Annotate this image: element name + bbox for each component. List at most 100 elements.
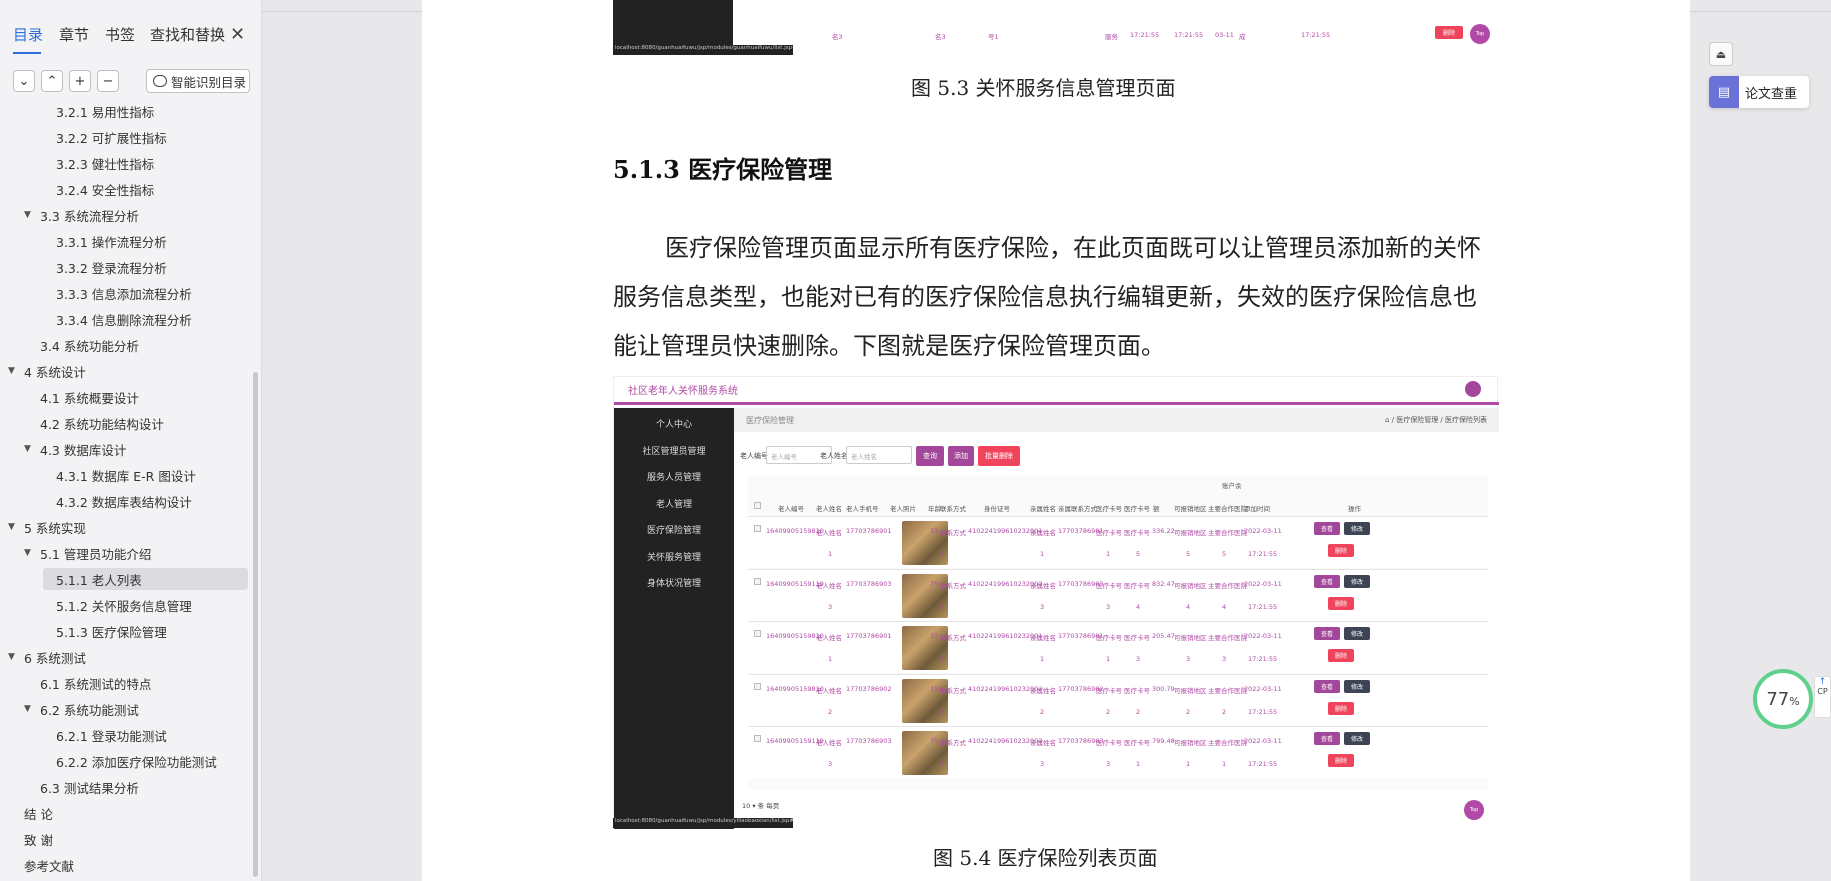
cell-name: 老人姓名 [816,686,842,695]
cell-sub: 3 [1106,760,1111,768]
row-delete-button: 删除 [1328,701,1354,715]
active-tab-indicator [13,52,41,54]
toc-item[interactable]: 3.3.3 信息添加流程分析 [56,282,192,304]
smart-toc-button[interactable]: 智能识别目录 [146,69,250,93]
plagiarism-check-button[interactable]: ▤ 论文查重 [1709,76,1809,108]
table-header: 亲属联系方式 [1058,505,1097,513]
app-header: 社区老年人关怀服务系统 [614,377,1499,405]
toc-item[interactable]: ▼ 3.3 系统流程分析 [24,204,139,226]
toc-item[interactable]: ▼ 5.1 管理员功能介绍 [24,542,151,564]
tab-chapters[interactable]: 章节 [59,24,89,45]
toc-item[interactable]: 6.2.2 添加医疗保险功能测试 [56,750,217,772]
insurance-table: 账户余 老人编号 老人姓名 老人手机号 老人照片 年龄 联系方式 身份证号 亲属姓名 亲属联系方… [748,476,1488,790]
caret-down-icon[interactable]: ▼ [24,704,40,714]
collapse-toolbar-button[interactable]: ⏏ [1709,42,1733,66]
sidebar-tabs: 目录 章节 书签 查找和替换 [0,24,262,50]
toc-item[interactable]: 3.2.3 健壮性指标 [56,152,154,174]
toc-item[interactable]: 3.3.2 登录流程分析 [56,256,167,278]
row-checkbox [754,630,761,637]
cell-sub: 5 [1186,550,1191,558]
cell-sub: 3 [1040,602,1045,611]
row-view-button: 查看 [1314,732,1340,745]
back-to-top-badge: Top [1464,800,1484,820]
figure-5-3-cell: 名3 [935,33,946,41]
tab-bookmarks[interactable]: 书签 [105,24,135,45]
cell-sub: 2 [1106,707,1111,716]
toc-item[interactable]: 4.3.2 数据库表结构设计 [56,490,192,512]
toc-item[interactable]: 3.2.4 安全性指标 [56,178,154,200]
toc-item[interactable]: 6.1 系统测试的特点 [40,672,151,694]
cell-sub: 1 [1040,655,1045,663]
zoom-unit: % [1789,695,1800,708]
toc-item[interactable]: 结 论 [24,802,53,824]
toc-item[interactable]: ▼ 4 系统设计 [8,360,86,382]
cell-phone: 17703786903 [846,737,892,745]
toc-item[interactable]: 6.2.1 登录功能测试 [56,724,167,746]
table-header: 主要合作医院 [1208,505,1247,513]
toc-item[interactable]: 5.1.2 关怀服务信息管理 [56,594,192,616]
toc-item[interactable]: 参考文献 [24,854,74,876]
caret-down-icon[interactable]: ▼ [8,366,24,376]
toc-item[interactable]: ▼ 5 系统实现 [8,516,86,538]
edge-float-widget[interactable]: ↑ CP [1814,676,1831,718]
app-sidebar-nav: 个人中心 社区管理员管理 服务人员管理 老人管理 医疗保险管理 关怀服务管理 身体状况管理 [614,408,734,829]
add-heading-button[interactable]: + [69,70,91,92]
caret-down-icon[interactable]: ▼ [24,444,40,454]
toc-item-label: 3.3 系统流程分析 [40,208,139,224]
toc-item[interactable]: 6.3 测试结果分析 [40,776,139,798]
toc-item[interactable]: ▼ 4.3 数据库设计 [24,438,126,460]
cell-relname: 亲属姓名 [1030,634,1056,642]
caret-down-icon[interactable]: ▼ [24,548,40,558]
toc-item-label: 3.3.2 登录流程分析 [56,260,167,276]
toc-item[interactable]: ▼ 6 系统测试 [8,646,86,668]
cell-relname: 亲属姓名 [1030,529,1056,537]
close-icon[interactable]: ✕ [230,26,245,44]
row-edit-button: 修改 [1344,679,1370,693]
cell-name: 老人姓名 [816,634,842,642]
toc-item[interactable]: 3.3.1 操作流程分析 [56,230,167,252]
tab-toc[interactable]: 目录 [13,24,43,45]
tab-find-replace[interactable]: 查找和替换 [150,24,225,45]
cell-balance: 205.47 [1152,632,1175,640]
toc-item[interactable]: ▼ 6.2 系统功能测试 [24,698,139,720]
cell-sub: 3 [828,602,833,611]
toc-item[interactable]: 4.2 系统功能结构设计 [40,412,164,434]
cell-date: 2022-03-11 [1244,527,1282,535]
toc-item-label: 6.2 系统功能测试 [40,702,139,718]
row-edit-button: 修改 [1344,732,1370,745]
toc-item[interactable]: 3.3.4 信息删除流程分析 [56,308,192,330]
cell-sub: 1 [1040,550,1045,558]
expand-up-button[interactable]: ⌃ [41,70,63,92]
cell-sub: 4 [1186,602,1191,611]
toc-list: 3.2.1 易用性指标 3.2.2 可扩展性指标 3.2.3 健壮性指标 3.2.4 … [0,100,248,881]
caret-down-icon[interactable]: ▼ [24,210,40,220]
cell-sub: 5 [1136,550,1141,558]
toc-item[interactable]: 3.2.1 易用性指标 [56,100,154,122]
cell-card1: 医疗卡号 [1096,686,1122,695]
breadcrumb: ⌂ / 医疗保险管理 / 医疗保险列表 [1384,416,1487,424]
toc-item[interactable]: 5.1.1 老人列表 [43,568,248,590]
zoom-value: 77 [1766,688,1790,710]
toc-item[interactable]: 致 谢 [24,828,53,850]
caret-down-icon[interactable]: ▼ [8,652,24,662]
table-header: 联系方式 [940,505,966,513]
cell-sub: 3 [828,760,833,768]
toc-item[interactable]: 4.3.1 数据库 E-R 图设计 [56,464,196,486]
toc-item-label: 3.2.3 健壮性指标 [56,156,155,172]
sidebar-scrollbar[interactable] [253,372,258,877]
remove-heading-button[interactable]: − [97,70,119,92]
figure-5-3-cell: 17:21:55 [1301,31,1331,39]
toc-item[interactable]: 3.4 系统功能分析 [40,334,139,356]
toc-item[interactable]: 5.1.3 医疗保险管理 [56,620,167,642]
zoom-indicator[interactable]: 77% [1753,669,1813,729]
add-button: 添加 [948,446,974,466]
toc-item[interactable]: 3.2.2 可扩展性指标 [56,126,167,148]
toc-item-label: 6.3 测试结果分析 [40,780,139,796]
cell-area: 可报销地区 [1174,529,1207,537]
caret-down-icon[interactable]: ▼ [8,522,24,532]
cell-sub: 1 [828,655,833,663]
cell-balance: 799.48 [1152,737,1175,745]
cell-sub: 1 [1136,760,1141,768]
collapse-all-button[interactable]: ⌄ [13,70,35,92]
toc-item[interactable]: 4.1 系统概要设计 [40,386,139,408]
